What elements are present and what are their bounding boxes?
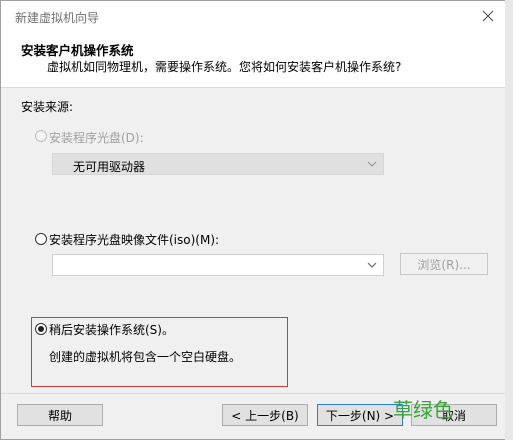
help-button[interactable]: 帮助	[17, 404, 103, 426]
iso-path-combo[interactable]	[52, 254, 384, 276]
disc-drive-value: 无可用驱动器	[73, 160, 146, 174]
option-later-desc: 创建的虚拟机将包含一个空白硬盘。	[49, 350, 242, 364]
watermark-text: 草绿色	[393, 398, 453, 422]
background-window-edge	[505, 0, 513, 440]
radio-disc[interactable]	[35, 130, 47, 142]
close-icon	[482, 10, 494, 22]
page-description: 虚拟机如同物理机，需要操作系统。您将如何安装客户机操作系统?	[47, 60, 402, 74]
browse-button[interactable]: 浏览(R)...	[400, 253, 488, 275]
option-disc-label: 安装程序光盘(D):	[49, 131, 144, 145]
radio-iso[interactable]	[35, 233, 47, 245]
title-bar: 新建虚拟机向导	[1, 1, 505, 31]
back-button[interactable]: < 上一步(B)	[222, 404, 308, 426]
next-button[interactable]: 下一步(N) >	[317, 404, 403, 426]
install-source-label: 安装来源:	[21, 100, 74, 114]
window-title: 新建虚拟机向导	[15, 11, 100, 25]
close-button[interactable]	[477, 5, 499, 27]
chevron-down-icon	[367, 262, 377, 268]
new-vm-wizard-dialog: 新建虚拟机向导 安装客户机操作系统 虚拟机如同物理机，需要操作系统。您将如何安装…	[0, 0, 506, 440]
radio-install-later[interactable]	[35, 323, 47, 335]
option-later-label: 稍后安装操作系统(S)。	[49, 323, 174, 337]
chevron-down-icon	[367, 161, 377, 167]
option-iso-label: 安装程序光盘映像文件(iso)(M):	[49, 233, 220, 247]
disc-drive-select[interactable]: 无可用驱动器	[52, 153, 384, 175]
wizard-header: 安装客户机操作系统 虚拟机如同物理机，需要操作系统。您将如何安装客户机操作系统?	[1, 31, 505, 88]
page-title: 安装客户机操作系统	[21, 43, 134, 58]
